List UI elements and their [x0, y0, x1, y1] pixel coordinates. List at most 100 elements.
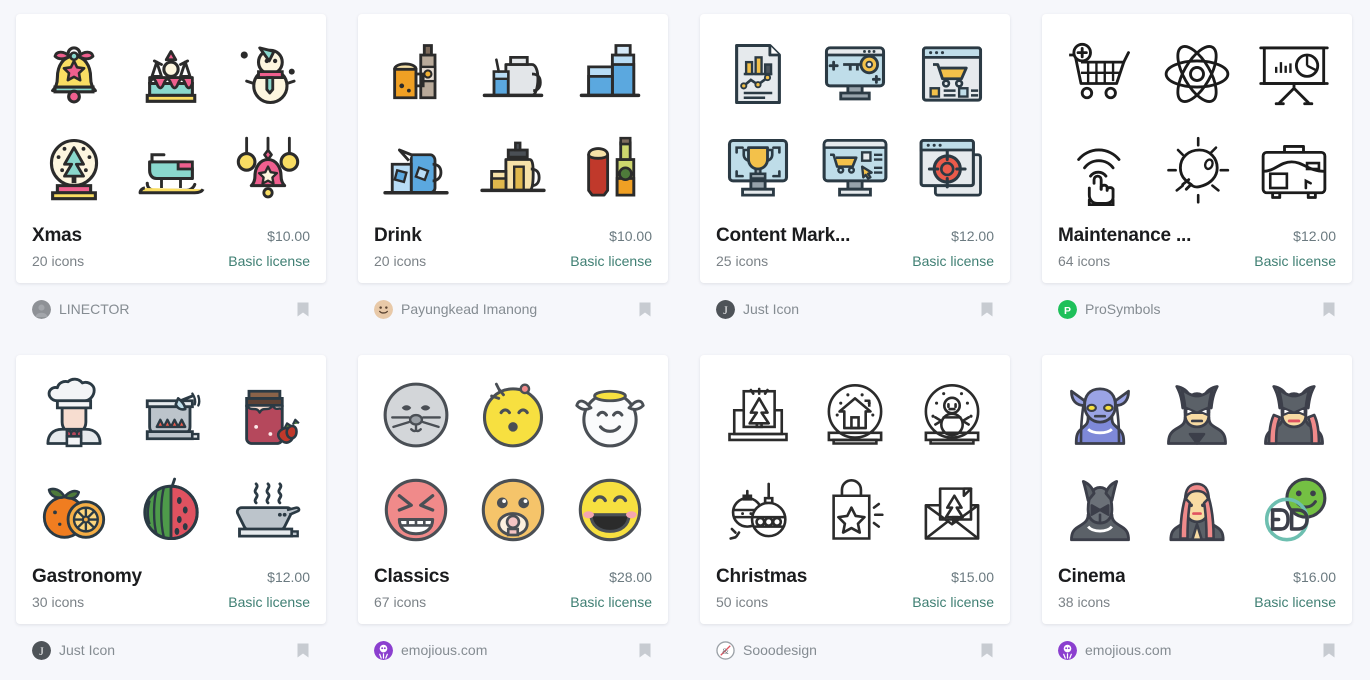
pack-meta: Classics $28.00 67 icons Basic license — [358, 560, 668, 624]
pack-item[interactable]: Maintenance ... $12.00 64 icons Basic li… — [1026, 0, 1368, 341]
atom-icon — [1154, 31, 1240, 117]
author-name: Just Icon — [743, 301, 800, 317]
author[interactable]: emojious.com — [374, 640, 488, 660]
pack-meta: Xmas $10.00 20 icons Basic license — [16, 219, 326, 283]
laptop-christmas-tree-icon — [715, 372, 801, 458]
pack-card[interactable]: Cinema $16.00 38 icons Basic license — [1042, 355, 1352, 624]
pack-icon-preview — [16, 14, 326, 219]
pack-card[interactable]: Maintenance ... $12.00 64 icons Basic li… — [1042, 14, 1352, 283]
pack-item[interactable]: Gastronomy $12.00 30 icons Basic license… — [0, 341, 342, 680]
tea-press-and-cup-icon — [470, 126, 556, 212]
pack-item[interactable]: Drink $10.00 20 icons Basic license Payu… — [342, 0, 684, 341]
grinning-face-emoji-icon — [567, 467, 653, 553]
pack-meta: Gastronomy $12.00 30 icons Basic license — [16, 560, 326, 624]
bookmark-icon[interactable] — [1322, 642, 1336, 659]
batman-character-icon — [1154, 372, 1240, 458]
pack-card[interactable]: Xmas $10.00 20 icons Basic license — [16, 14, 326, 283]
avatar — [32, 299, 51, 319]
pack-license[interactable]: Basic license — [912, 253, 994, 269]
monitor-keyword-key-icon — [812, 31, 898, 117]
christmas-cake-icon — [128, 31, 214, 117]
pack-license[interactable]: Basic license — [570, 594, 652, 610]
avatar: J — [716, 299, 735, 319]
icon-pack-grid: Xmas $10.00 20 icons Basic license LINEC… — [0, 0, 1370, 680]
beer-mug-and-bottle-icon — [373, 31, 459, 117]
pack-price: $15.00 — [951, 569, 994, 585]
bookmark-icon[interactable] — [296, 642, 310, 659]
chef-icon — [31, 372, 117, 458]
pack-price: $16.00 — [1293, 569, 1336, 585]
watermelon-icon — [128, 467, 214, 553]
author[interactable]: J Just Icon — [32, 640, 115, 660]
pack-icon-preview — [700, 355, 1010, 560]
pack-license[interactable]: Basic license — [228, 594, 310, 610]
cat-face-emoji-icon — [373, 372, 459, 458]
pack-icon-preview — [700, 14, 1010, 219]
bookmark-icon[interactable] — [980, 301, 994, 318]
pack-item[interactable]: Xmas $10.00 20 icons Basic license LINEC… — [0, 0, 342, 341]
avatar — [374, 299, 393, 319]
christmas-baubles-icon — [715, 467, 801, 553]
author[interactable]: & Sooodesign — [716, 640, 817, 660]
bookmark-icon[interactable] — [638, 301, 652, 318]
pack-card[interactable]: Drink $10.00 20 icons Basic license — [358, 14, 668, 283]
pack-price: $10.00 — [267, 228, 310, 244]
pack-card[interactable]: Content Mark... $12.00 25 icons Basic li… — [700, 14, 1010, 283]
author-name: emojious.com — [401, 642, 488, 658]
browser-target-icon — [909, 126, 995, 212]
pack-license[interactable]: Basic license — [912, 594, 994, 610]
pack-author-row: Payungkead Imanong — [358, 283, 668, 325]
pack-icon-count: 67 icons — [374, 594, 427, 610]
hanging-ornaments-bell-icon — [225, 126, 311, 212]
avatar: P — [1058, 299, 1077, 319]
pack-item[interactable]: Content Mark... $12.00 25 icons Basic li… — [684, 0, 1026, 341]
jam-jar-strawberry-icon — [225, 372, 311, 458]
whistling-face-emoji-icon — [470, 372, 556, 458]
bookmark-icon[interactable] — [296, 301, 310, 318]
pack-license[interactable]: Basic license — [570, 253, 652, 269]
snow-globe-tree-icon — [31, 126, 117, 212]
pack-author-row: P ProSymbols — [1042, 283, 1352, 325]
touch-wireless-hand-icon — [1057, 126, 1143, 212]
pack-title: Xmas — [32, 225, 82, 246]
pack-item[interactable]: Classics $28.00 67 icons Basic license e… — [342, 341, 684, 680]
pack-icon-preview — [358, 14, 668, 219]
sleigh-icon — [128, 126, 214, 212]
author[interactable]: emojious.com — [1058, 640, 1171, 660]
angry-face-emoji-icon — [373, 467, 459, 553]
pack-card[interactable]: Gastronomy $12.00 30 icons Basic license — [16, 355, 326, 624]
pack-price: $12.00 — [267, 569, 310, 585]
teapot-and-glass-icon — [470, 31, 556, 117]
angel-face-emoji-icon — [567, 372, 653, 458]
author[interactable]: LINECTOR — [32, 299, 130, 319]
bookmark-icon[interactable] — [1322, 301, 1336, 318]
author-name: ProSymbols — [1085, 301, 1161, 317]
pack-item[interactable]: Cinema $16.00 38 icons Basic license emo… — [1026, 341, 1368, 680]
monitor-ecommerce-cart-icon — [812, 126, 898, 212]
black-widow-character-icon — [1154, 467, 1240, 553]
pack-icon-count: 20 icons — [374, 253, 427, 269]
pack-price: $12.00 — [951, 228, 994, 244]
pack-card[interactable]: Classics $28.00 67 icons Basic license — [358, 355, 668, 624]
author[interactable]: Payungkead Imanong — [374, 299, 537, 319]
pack-icon-preview — [358, 355, 668, 560]
pack-license[interactable]: Basic license — [1254, 594, 1336, 610]
bookmark-icon[interactable] — [980, 642, 994, 659]
pack-title: Content Mark... — [716, 225, 851, 246]
beer-glass-and-wine-bottle-icon — [567, 126, 653, 212]
pack-icon-preview — [1042, 14, 1352, 219]
report-document-chart-icon — [715, 31, 801, 117]
water-jug-and-ice-glass-icon — [373, 126, 459, 212]
pack-icon-count: 25 icons — [716, 253, 769, 269]
bookmark-icon[interactable] — [638, 642, 652, 659]
pack-title: Gastronomy — [32, 566, 142, 587]
pack-license[interactable]: Basic license — [228, 253, 310, 269]
author[interactable]: J Just Icon — [716, 299, 800, 319]
pack-item[interactable]: Christmas $15.00 50 icons Basic license … — [684, 341, 1026, 680]
pack-license[interactable]: Basic license — [1254, 253, 1336, 269]
baby-pacifier-emoji-icon — [470, 467, 556, 553]
pack-card[interactable]: Christmas $15.00 50 icons Basic license — [700, 355, 1010, 624]
christmas-bell-icon — [31, 31, 117, 117]
pack-meta: Maintenance ... $12.00 64 icons Basic li… — [1042, 219, 1352, 283]
author[interactable]: P ProSymbols — [1058, 299, 1161, 319]
